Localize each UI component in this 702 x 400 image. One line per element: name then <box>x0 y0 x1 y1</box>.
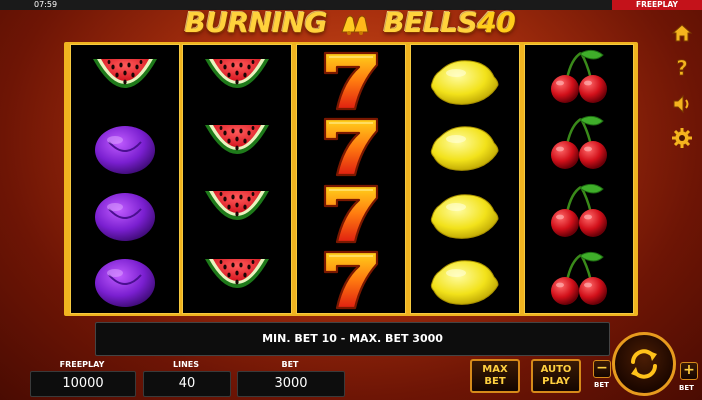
lemon-icon <box>430 60 499 105</box>
help-icon: ? <box>676 57 688 79</box>
reel-4 <box>410 44 520 314</box>
sound-icon <box>673 94 689 114</box>
seven-icon <box>323 184 379 244</box>
settings-icon <box>672 128 692 148</box>
mode-badge: FREEPLAY <box>612 0 702 10</box>
bet-increase-caption: BET <box>679 384 694 392</box>
max-bet-button[interactable]: MAX BET <box>470 359 520 393</box>
lines-value: 40 <box>143 371 231 397</box>
spin-button[interactable] <box>612 332 676 396</box>
lemon-icon <box>430 260 499 305</box>
settings-button[interactable] <box>669 125 695 151</box>
bet-increase-button[interactable]: + <box>680 362 698 380</box>
home-button[interactable] <box>669 20 695 46</box>
clock: 07:59 <box>34 0 58 9</box>
reel-2 <box>182 44 292 314</box>
help-button[interactable]: ? <box>669 55 695 81</box>
bell-logo-icon <box>341 15 369 35</box>
cherry-icon <box>549 251 609 307</box>
plum-icon <box>94 125 156 175</box>
title-word-bells: BELLS <box>383 6 478 39</box>
seven-icon <box>323 51 379 111</box>
reel-5 <box>524 44 634 314</box>
lemon-icon <box>430 126 499 171</box>
cherry-icon <box>549 115 609 171</box>
bet-limits-message: MIN. BET 10 - MAX. BET 3000 <box>95 322 610 356</box>
plum-icon <box>94 258 156 308</box>
home-icon <box>671 24 693 42</box>
max-bet-line1: MAX <box>482 364 508 375</box>
watermelon-icon <box>205 259 269 288</box>
bet-decrease-button[interactable]: − <box>593 360 611 378</box>
reel-3 <box>296 44 406 314</box>
watermelon-icon <box>205 59 269 88</box>
seven-icon <box>323 250 379 310</box>
plum-icon <box>94 192 156 242</box>
freeplay-label: FREEPLAY <box>59 360 105 369</box>
seven-icon <box>323 117 379 177</box>
reel-1 <box>70 44 180 314</box>
sound-button[interactable] <box>669 91 695 117</box>
title-word-burning: BURNING <box>184 6 328 39</box>
freeplay-balance: 10000 <box>30 371 136 397</box>
cherry-icon <box>549 49 609 105</box>
watermelon-icon <box>93 59 157 88</box>
bet-value: 3000 <box>237 371 345 397</box>
game-title: BURNING BELLS40 <box>130 6 570 40</box>
watermelon-icon <box>205 191 269 220</box>
svg-text:?: ? <box>676 57 688 79</box>
watermelon-icon <box>205 125 269 154</box>
spin-arrows-icon <box>631 349 657 379</box>
bet-label: BET <box>281 360 299 369</box>
bet-decrease-caption: BET <box>594 381 609 389</box>
title-number: 40 <box>477 6 516 39</box>
auto-play-button[interactable]: AUTO PLAY <box>531 359 581 393</box>
lemon-icon <box>430 194 499 239</box>
lines-label: LINES <box>173 360 199 369</box>
auto-play-line2: PLAY <box>542 376 570 387</box>
auto-play-line1: AUTO <box>540 364 572 375</box>
cherry-icon <box>549 183 609 239</box>
max-bet-line2: BET <box>484 376 506 387</box>
